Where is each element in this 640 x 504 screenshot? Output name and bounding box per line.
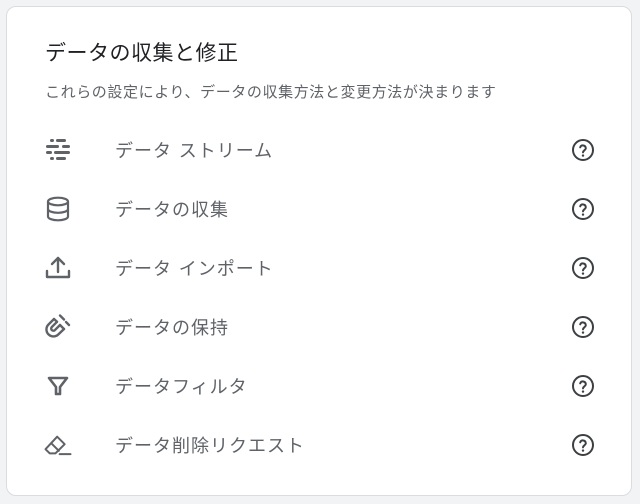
eraser-icon [43,430,73,460]
settings-item-label: データ インポート [115,259,274,280]
settings-item-data-import[interactable]: データ インポート [7,238,631,297]
database-icon [43,194,73,224]
settings-item-data-collection[interactable]: データの収集 [7,179,631,238]
help-circle-icon[interactable] [571,433,595,457]
data-streams-icon [43,135,73,165]
settings-item-label: データフィルタ [115,377,248,398]
settings-item-data-retention[interactable]: データの保持 [7,297,631,356]
settings-item-data-streams[interactable]: データ ストリーム [7,120,631,179]
magnet-icon [43,312,73,342]
settings-item-data-deletion-requests[interactable]: データ削除リクエスト [7,415,631,474]
settings-item-label: データ削除リクエスト [115,436,305,457]
card-subtitle: これらの設定により、データの収集方法と変更方法が決まります [45,83,497,101]
card-title: データの収集と修正 [45,41,239,65]
settings-item-label: データの収集 [115,200,229,221]
help-circle-icon[interactable] [571,256,595,280]
upload-icon [43,253,73,283]
help-circle-icon[interactable] [571,138,595,162]
settings-item-label: データ ストリーム [115,141,274,162]
help-circle-icon[interactable] [571,374,595,398]
help-circle-icon[interactable] [571,315,595,339]
settings-list: データ ストリーム データの収集 データ インポート データの保持 データフィル… [7,120,631,474]
data-collection-card: データの収集と修正 これらの設定により、データの収集方法と変更方法が決まります [6,6,632,496]
help-circle-icon[interactable] [571,197,595,221]
settings-item-label: データの保持 [115,318,229,339]
settings-item-data-filters[interactable]: データフィルタ [7,356,631,415]
filter-icon [43,371,73,401]
